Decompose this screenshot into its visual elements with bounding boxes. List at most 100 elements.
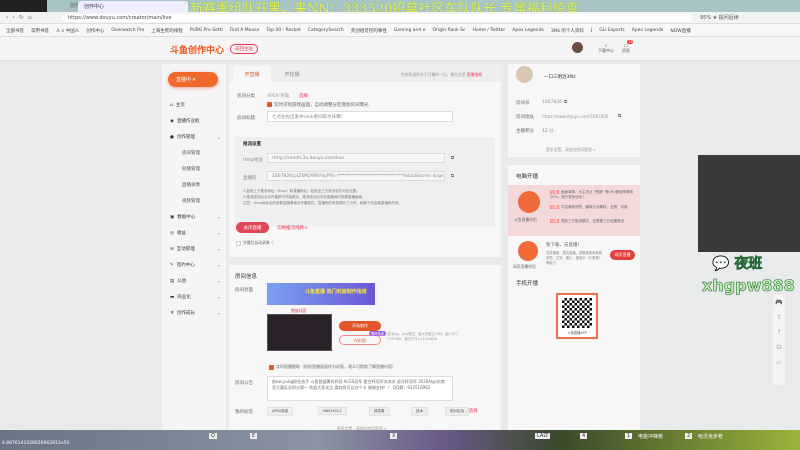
sidebar-item-label: 互动管理 [176,247,195,252]
room-url-label: 房间地址 [516,115,534,120]
sidebar-item[interactable]: ▣ 数据中心 [170,214,195,220]
sidebar-item[interactable]: ♆ 创作成长 [170,310,195,316]
bookmark-item[interactable]: PUBG Pro Setti [190,28,223,33]
chevron-icon[interactable]: ▾ [218,247,220,252]
tags-select-link[interactable]: ... 选择 [463,408,478,414]
zoom-level[interactable]: 95% [700,15,711,21]
bookmark-item[interactable]: ル ε 中国人 [56,28,79,34]
chevron-icon[interactable]: ▾ [218,231,220,236]
more-settings-link[interactable]: 更多设置，请前往房间管理 > [546,147,596,153]
category-select-link[interactable]: 选择 [299,93,308,99]
avatar[interactable] [516,66,533,83]
start-making-button[interactable]: 开始制作 [339,321,381,331]
auto-record-checkbox[interactable]: 关播后自动录像 ⓘ [236,240,275,246]
checkbox-checked[interactable] [267,102,272,107]
logo[interactable]: 斗鱼创作中心 [170,43,224,56]
screen-icon[interactable]: ▭ [773,355,785,370]
chevron-icon[interactable]: ▾ [218,311,220,316]
tag-chip[interactable]: APEX英雄 [267,407,294,416]
chevron-icon[interactable]: ▾ [218,295,220,300]
guide-link[interactable]: 直播指南 [467,72,482,77]
tab-start-loop[interactable]: 开轮播 [273,66,311,82]
sidebar-item[interactable]: ▬ 商业化 [170,294,191,300]
upload-icon[interactable]: ⇧ [773,310,785,325]
messages-button[interactable]: ☐ 消息 [622,43,630,54]
web-live-button[interactable]: 网页直播 [610,250,635,260]
copy-icon[interactable]: ⧉ [451,155,454,161]
bookmark-item[interactable]: Top 40 - Rocket [266,28,300,33]
sign-icon: ✎ [170,263,174,268]
sidebar-subitem[interactable]: 轮播管理 [182,166,200,172]
bookmark-item[interactable]: 创作中心 [86,28,104,34]
copy-icon[interactable]: ⧉ [451,173,454,179]
chevron-icon[interactable]: ▾ [218,263,220,268]
auto-category-checkbox[interactable]: 实时识别游戏画面，自动调整分区增加房间曝光 [267,102,369,108]
bookmark-item[interactable]: Find A Mouse [230,28,260,33]
bookmark-item[interactable]: 上海生死的线程 [151,28,183,34]
bookmark-item[interactable]: NOW直播 [670,28,690,34]
bookmark-item[interactable]: J [591,28,592,33]
url-input[interactable]: https://www.douyu.com/creator/main/live [62,14,692,22]
download-center-button[interactable]: ⇩ 下载中心 [598,43,614,54]
sidebar-subitem[interactable]: 视频管理 [182,198,200,204]
browser-label[interactable]: 提问后续 [719,15,739,21]
bookmark-item[interactable]: Home / Twitter [473,28,506,33]
bookmark-item[interactable]: 英创组可控的事性 [351,28,387,34]
browser-right-tools[interactable]: 95% ★ 提问后续 [700,14,739,21]
sidebar-item[interactable]: ⌂ 主页 [170,102,185,108]
checkbox-unchecked[interactable] [236,240,241,246]
headset-icon[interactable]: ☊ [773,340,785,355]
back-to-main-button[interactable]: 返回主站 [230,44,258,54]
notice-textarea[interactable]: 前ow,pubg职业选手 斗鱼首届腾讯杯冠 ALGS冠军 星空杯冠军冰冻冰 虎牙… [267,376,453,401]
mobile-live-title: 手机开播 [516,281,539,287]
live-tools-card: 电脑开播 斗鱼直播伴侣 功能 画面清晰、大主流业 "黑屏" 等CPU使用率降低20… [508,165,640,430]
sidebar-item[interactable]: ✎ 签约中心 [170,262,195,268]
sidebar-item[interactable]: ✉ 互动管理 [170,246,195,252]
tab-active[interactable]: 创作中心 [78,1,188,12]
checkbox-checked[interactable] [269,364,274,370]
bookmark-item[interactable]: GLI Esports [599,28,625,33]
bookmark-item[interactable]: Apex Legends [632,28,664,33]
bookmark-item[interactable]: CategorySearch [308,28,344,33]
sidebar-item[interactable]: ◉ 直播作业板 [170,118,199,124]
sidebar-item[interactable]: ◎ 收益 [170,230,186,236]
tag-chip[interactable]: 搞笑喜 [369,407,390,416]
sidebar-subitem[interactable]: 房间管理 [182,150,200,156]
chevron-icon[interactable]: ▴ [218,135,220,140]
room-url[interactable]: https://www.douyu.com/1667826 [542,114,608,119]
close-live-button[interactable]: 关闭直播 [236,222,269,233]
nav-buttons-icon[interactable]: ‹›↻⌂ [6,14,36,21]
chevron-icon[interactable]: ▾ [218,279,220,284]
bookmark-item[interactable]: Overwatch Pro [111,28,144,33]
sidebar-item[interactable]: ▤ 公会 [170,278,186,284]
stream-key-input[interactable]: 1667826rpiZXM2WN?dyPRI=*****************… [267,171,445,181]
bookmark-item[interactable]: Apex Legends [512,28,544,33]
rtmp-input[interactable]: rtmp://sendtc3a.douyu.com/live [267,153,445,163]
realtime-cover-checkbox[interactable]: 实时直播截取（抓拍直播画面作为封面，观众可提前了解直播内容） [269,364,396,370]
tab-start-live[interactable]: 开直播 [233,66,271,82]
bookmark-item[interactable]: Gaming and e [394,28,426,33]
copy-icon[interactable]: ⧉ [564,99,567,105]
ai-cover-button[interactable]: AI封面 [339,335,381,345]
chevron-icon[interactable]: ▾ [218,215,220,220]
switch-line-link[interactable]: 切换推流线路> [277,225,308,231]
bookmark-item[interactable]: 全部书签 [6,28,24,34]
title-input[interactable]: 七点左右出发冲rank看同的水咔嚓! [267,111,453,122]
tag-chip[interactable]: NBA2KOL2 [318,407,347,415]
cover-guide-banner[interactable]: 斗鱼直播 热门封面制作指南 [267,283,375,305]
live-status-button[interactable]: 直播中 ▾ [168,72,218,87]
tag-chip[interactable]: 技术 [411,407,428,416]
sidebar-item[interactable]: ● 创作管理 [170,134,195,140]
cover-image[interactable] [267,314,332,351]
live-companion-section[interactable]: 斗鱼直播伴侣 功能 画面清晰、大主流业 "黑屏" 等CPU使用率降低20%，提升更… [508,185,640,236]
sidebar-item-label: 公会 [177,279,187,284]
title-label: 房间标题 [237,116,255,121]
game-icon[interactable]: 🎮 [773,295,785,310]
bookmark-item[interactable]: 3Mz 的个人资料 [551,28,584,34]
bookmark-item[interactable]: Origin Rank Sc [432,28,465,33]
sidebar-subitem[interactable]: 直播录像 [182,182,200,188]
copy-icon[interactable]: ⧉ [618,113,621,119]
avatar[interactable] [572,42,583,53]
bookmark-item[interactable]: 常用书签 [31,28,49,34]
help-icon[interactable]: ? [773,325,785,340]
